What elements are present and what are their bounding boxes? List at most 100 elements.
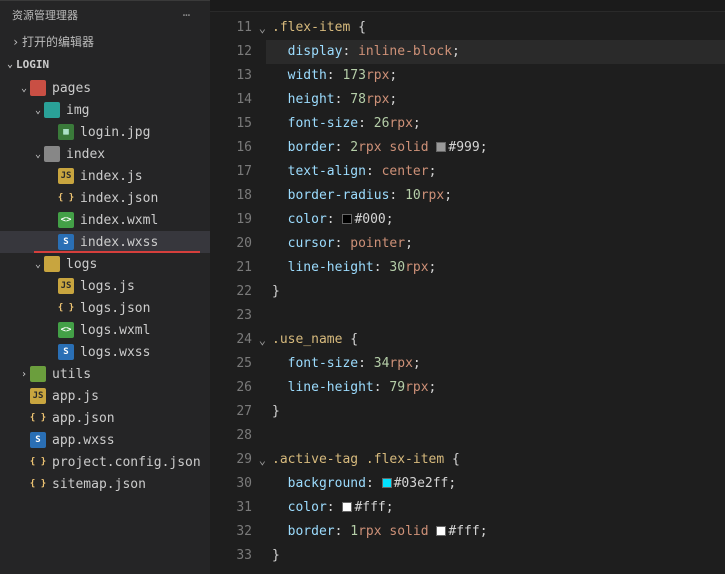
file-app-json[interactable]: { } app.json [0,407,210,429]
code-line[interactable]: color: #fff; [266,496,725,520]
file-logs-js[interactable]: JS logs.js [0,275,210,297]
code-line[interactable] [266,304,725,328]
file-icon: JS [30,388,46,404]
file-logs-json[interactable]: { } logs.json [0,297,210,319]
chevron-down-icon: ⌄ [18,83,30,94]
file-app-js[interactable]: JSapp.js [0,385,210,407]
folder-icon [30,366,46,382]
code-line[interactable]: .use_name { [266,328,725,352]
code-line[interactable]: height: 78rpx; [266,88,725,112]
color-swatch-icon [436,526,446,536]
code-line[interactable]: background: #03e2ff; [266,472,725,496]
line-number: 19 [210,208,266,232]
line-number: 29 [210,448,266,472]
line-number: 23 [210,304,266,328]
file-icon: { } [30,454,46,470]
project-root[interactable]: ⌄ LOGIN [0,54,210,77]
file-logs-wxss[interactable]: Slogs.wxss [0,341,210,363]
color-swatch-icon [342,214,352,224]
line-number: 17 [210,160,266,184]
file-icon: JS [58,278,74,294]
file-tree: ⌄pages⌄img▦login.jpg⌄indexJSindex.js{ }i… [0,77,210,495]
tree-item-label: logs.wxml [80,323,150,338]
code-line[interactable]: .active-tag .flex-item { [266,448,725,472]
folder-utils[interactable]: › utils [0,363,210,385]
explorer-sidebar: 资源管理理器 ⋯ ›打开的编辑器 ⌄ LOGIN ⌄pages⌄img▦logi… [0,0,210,574]
file-index-json[interactable]: { }index.json [0,187,210,209]
breadcrumb[interactable] [210,0,725,12]
file-icon: { } [58,300,74,316]
code-area[interactable]: 1112131415161718192021222324252627282930… [210,12,725,574]
file-icon: S [58,234,74,250]
code-line[interactable]: border: 2rpx solid #999; [266,136,725,160]
tree-item-label: app.wxss [52,433,115,448]
tree-item-label: logs.js [80,279,135,294]
code-line[interactable]: } [266,544,725,568]
chevron-right-icon: › [18,369,30,380]
line-number: 28 [210,424,266,448]
file-login-jpg[interactable]: ▦login.jpg [0,121,210,143]
folder-icon [44,146,60,162]
file-project-config-json[interactable]: { } project.config.json [0,451,210,473]
code-line[interactable]: border-radius: 10rpx; [266,184,725,208]
line-number: 13 [210,64,266,88]
tree-item-label: sitemap.json [52,477,146,492]
file-icon: { } [30,410,46,426]
file-index-wxml[interactable]: <>index.wxml [0,209,210,231]
color-swatch-icon [382,478,392,488]
explorer-title-bar: 资源管理理器 ⋯ [0,1,210,29]
tree-item-label: img [66,103,89,118]
code-line[interactable]: .flex-item { [266,16,725,40]
file-index-js[interactable]: JSindex.js [0,165,210,187]
tree-item-label: index [66,147,105,162]
file-logs-wxml[interactable]: <> logs.wxml [0,319,210,341]
code-line[interactable]: font-size: 34rpx; [266,352,725,376]
line-number: 21 [210,256,266,280]
file-sitemap-json[interactable]: { }sitemap.json [0,473,210,495]
code-line[interactable]: line-height: 79rpx; [266,376,725,400]
line-number: 33 [210,544,266,568]
code-line[interactable]: border: 1rpx solid #fff; [266,520,725,544]
code-line[interactable]: cursor: pointer; [266,232,725,256]
open-editors-section[interactable]: ›打开的编辑器 [0,29,210,54]
code-line[interactable]: width: 173rpx; [266,64,725,88]
tree-item-label: project.config.json [52,455,201,470]
line-number: 15 [210,112,266,136]
line-number: 12 [210,40,266,64]
code-line[interactable]: line-height: 30rpx; [266,256,725,280]
chevron-down-icon: ⌄ [32,149,44,160]
file-app-wxss[interactable]: Sapp.wxss [0,429,210,451]
code-line[interactable]: display: inline-block; [266,40,725,64]
code-line[interactable]: font-size: 26rpx; [266,112,725,136]
code-line[interactable]: color: #000; [266,208,725,232]
line-number: 22 [210,280,266,304]
tree-item-label: utils [52,367,91,382]
file-icon: S [30,432,46,448]
folder-img[interactable]: ⌄img [0,99,210,121]
tree-item-label: logs.json [80,301,150,316]
code-line[interactable]: } [266,280,725,304]
tree-item-label: logs.wxss [80,345,150,360]
color-swatch-icon [342,502,352,512]
line-number: 32 [210,520,266,544]
file-icon: <> [58,212,74,228]
file-icon: JS [58,168,74,184]
folder-logs[interactable]: ⌄logs [0,253,210,275]
line-number: 25 [210,352,266,376]
tree-item-label: app.json [52,411,115,426]
file-index-wxss[interactable]: Sindex.wxss [0,231,210,253]
code-line[interactable]: text-align: center; [266,160,725,184]
file-icon: <> [58,322,74,338]
color-swatch-icon [436,142,446,152]
code-line[interactable] [266,424,725,448]
folder-index[interactable]: ⌄ index [0,143,210,165]
code-lines[interactable]: .flex-item { display: inline-block; widt… [266,12,725,574]
folder-pages[interactable]: ⌄pages [0,77,210,99]
file-icon: { } [58,190,74,206]
tree-item-label: index.wxss [80,235,158,250]
code-line[interactable]: } [266,400,725,424]
line-number: 26 [210,376,266,400]
chevron-down-icon: ⌄ [4,59,16,70]
explorer-more-icon[interactable]: ⋯ [183,8,198,22]
folder-icon [44,102,60,118]
